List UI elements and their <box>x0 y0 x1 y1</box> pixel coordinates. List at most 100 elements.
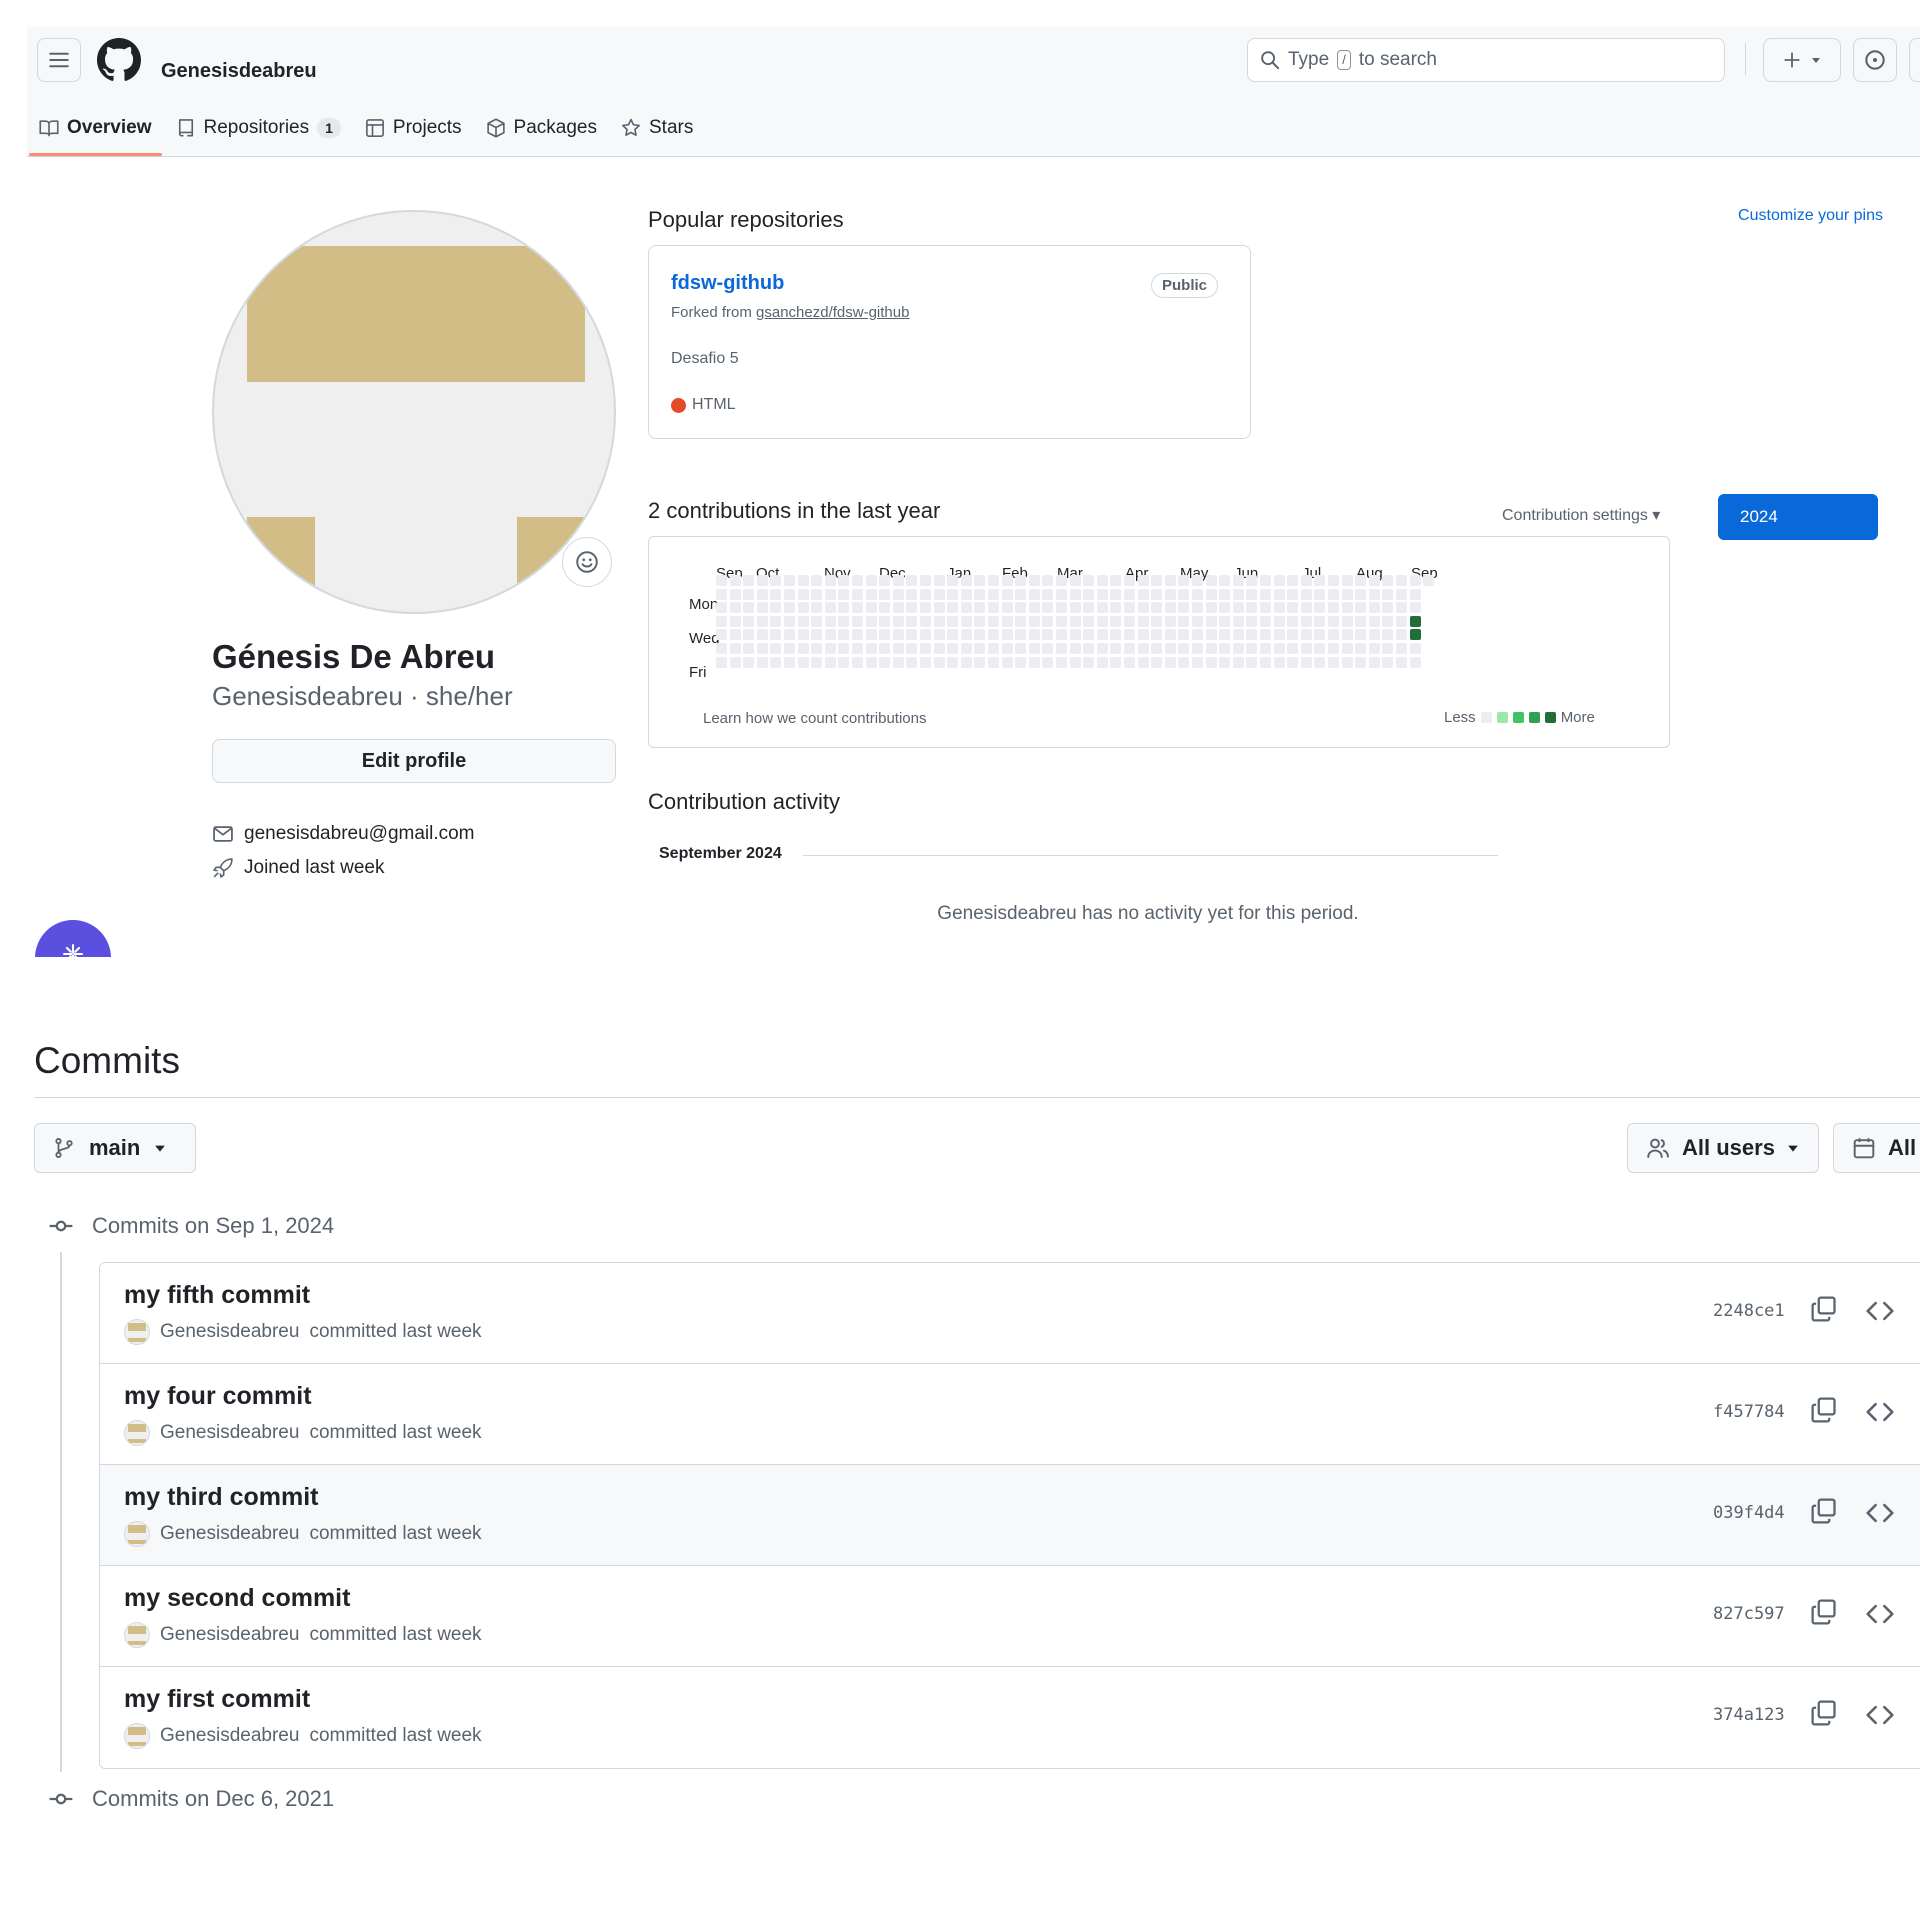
contribution-day-cell[interactable] <box>1192 575 1203 586</box>
contribution-day-cell[interactable] <box>1096 643 1108 654</box>
contribution-day-cell[interactable] <box>811 575 823 586</box>
contribution-day-cell[interactable] <box>1001 629 1013 641</box>
contribution-day-cell[interactable] <box>1396 629 1407 641</box>
contribution-day-cell[interactable] <box>933 643 945 654</box>
contribution-day-cell[interactable] <box>852 656 863 668</box>
assistant-launcher-button[interactable] <box>35 920 111 957</box>
code-browse-icon[interactable] <box>1866 1398 1894 1426</box>
contribution-day-cell[interactable] <box>906 643 918 654</box>
contribution-day-cell[interactable] <box>920 629 931 641</box>
contribution-day-cell[interactable] <box>1164 588 1176 600</box>
contribution-day-cell[interactable] <box>1300 643 1312 654</box>
contribution-day-cell[interactable] <box>1124 629 1135 641</box>
contribution-day-cell[interactable] <box>1015 615 1027 627</box>
contribution-day-cell[interactable] <box>933 602 945 614</box>
contribution-day-cell[interactable] <box>1178 602 1190 614</box>
contribution-day-cell[interactable] <box>716 602 727 614</box>
contribution-day-cell[interactable] <box>906 575 918 586</box>
contribution-day-cell[interactable] <box>1396 588 1407 600</box>
contribution-day-cell[interactable] <box>1314 643 1326 654</box>
edit-profile-button[interactable]: Edit profile <box>212 739 616 783</box>
commit-sha[interactable]: f457784 <box>1713 1402 1785 1422</box>
contribution-day-cell[interactable] <box>1232 602 1244 614</box>
contribution-day-cell[interactable] <box>960 656 972 668</box>
contribution-day-cell[interactable] <box>838 575 850 586</box>
contribution-day-cell[interactable] <box>1069 588 1081 600</box>
contribution-day-cell[interactable] <box>824 656 836 668</box>
contribution-day-cell[interactable] <box>1028 643 1040 654</box>
contribution-day-cell[interactable] <box>906 588 918 600</box>
contribution-day-cell[interactable] <box>1069 643 1081 654</box>
contribution-day-cell[interactable] <box>852 588 863 600</box>
contribution-day-cell[interactable] <box>1192 615 1203 627</box>
contribution-day-cell[interactable] <box>1056 615 1067 627</box>
commit-message[interactable]: my third commit <box>124 1483 318 1512</box>
contribution-day-cell[interactable] <box>1096 588 1108 600</box>
commit-message[interactable]: my first commit <box>124 1685 310 1714</box>
contribution-day-cell[interactable] <box>906 602 918 614</box>
contribution-day-cell[interactable] <box>756 575 768 586</box>
contribution-day-cell[interactable] <box>797 629 809 641</box>
contribution-day-cell[interactable] <box>974 575 986 586</box>
contribution-day-cell[interactable] <box>1042 629 1054 641</box>
contribution-day-cell[interactable] <box>1232 615 1244 627</box>
contribution-day-cell[interactable] <box>1028 629 1040 641</box>
contribution-day-cell[interactable] <box>1137 575 1149 586</box>
contribution-day-cell[interactable] <box>1015 656 1027 668</box>
contribution-day-cell[interactable] <box>756 588 768 600</box>
contribution-day-cell[interactable] <box>1260 643 1271 654</box>
contribution-day-cell[interactable] <box>1124 575 1135 586</box>
contribution-day-cell[interactable] <box>1137 629 1149 641</box>
contribution-day-cell[interactable] <box>1287 575 1299 586</box>
contribution-day-cell[interactable] <box>1001 588 1013 600</box>
commit-author[interactable]: Genesisdeabreu <box>160 1725 299 1747</box>
contribution-day-cell[interactable] <box>960 588 972 600</box>
contribution-day-cell[interactable] <box>1314 575 1326 586</box>
contribution-day-cell[interactable] <box>1219 588 1231 600</box>
contribution-day-cell[interactable] <box>947 629 959 641</box>
search-input[interactable]: Type / to search <box>1247 38 1725 82</box>
contribution-settings-dropdown[interactable]: Contribution settings ▾ <box>1502 505 1660 525</box>
commit-author[interactable]: Genesisdeabreu <box>160 1321 299 1343</box>
contribution-day-cell[interactable] <box>865 588 877 600</box>
contribution-day-cell[interactable] <box>879 588 891 600</box>
contribution-day-cell[interactable] <box>1232 575 1244 586</box>
contribution-day-cell[interactable] <box>1164 615 1176 627</box>
contribution-day-cell[interactable] <box>1409 588 1421 600</box>
contribution-day-cell[interactable] <box>1164 656 1176 668</box>
contribution-day-cell[interactable] <box>1246 643 1258 654</box>
commit-author[interactable]: Genesisdeabreu <box>160 1624 299 1646</box>
contribution-day-cell[interactable] <box>1273 656 1285 668</box>
contribution-day-cell[interactable] <box>852 643 863 654</box>
commit-message[interactable]: my second commit <box>124 1584 350 1613</box>
contribution-day-cell[interactable] <box>1015 575 1027 586</box>
contribution-day-cell[interactable] <box>797 602 809 614</box>
github-logo-icon[interactable] <box>97 38 141 82</box>
contribution-day-cell[interactable] <box>1124 656 1135 668</box>
contribution-day-cell[interactable] <box>974 629 986 641</box>
contribution-day-cell[interactable] <box>1042 575 1054 586</box>
contribution-day-cell[interactable] <box>1409 615 1421 627</box>
contribution-day-cell[interactable] <box>1423 575 1435 586</box>
copy-icon[interactable] <box>1810 1497 1838 1525</box>
contribution-day-cell[interactable] <box>1042 615 1054 627</box>
contribution-day-cell[interactable] <box>838 643 850 654</box>
contribution-day-cell[interactable] <box>960 615 972 627</box>
contribution-day-cell[interactable] <box>1409 629 1421 641</box>
contribution-day-cell[interactable] <box>770 602 782 614</box>
contribution-day-cell[interactable] <box>988 629 999 641</box>
branch-selector[interactable]: main <box>34 1123 196 1173</box>
contribution-day-cell[interactable] <box>716 575 727 586</box>
contribution-day-cell[interactable] <box>784 602 795 614</box>
contribution-day-cell[interactable] <box>1069 602 1081 614</box>
contribution-day-cell[interactable] <box>920 615 931 627</box>
contribution-day-cell[interactable] <box>920 575 931 586</box>
contribution-day-cell[interactable] <box>1151 575 1163 586</box>
contribution-day-cell[interactable] <box>1341 615 1353 627</box>
contribution-day-cell[interactable] <box>1110 615 1122 627</box>
contribution-day-cell[interactable] <box>1246 588 1258 600</box>
contribution-day-cell[interactable] <box>770 643 782 654</box>
contribution-day-cell[interactable] <box>1246 656 1258 668</box>
contribution-day-cell[interactable] <box>1056 588 1067 600</box>
contribution-day-cell[interactable] <box>743 629 755 641</box>
